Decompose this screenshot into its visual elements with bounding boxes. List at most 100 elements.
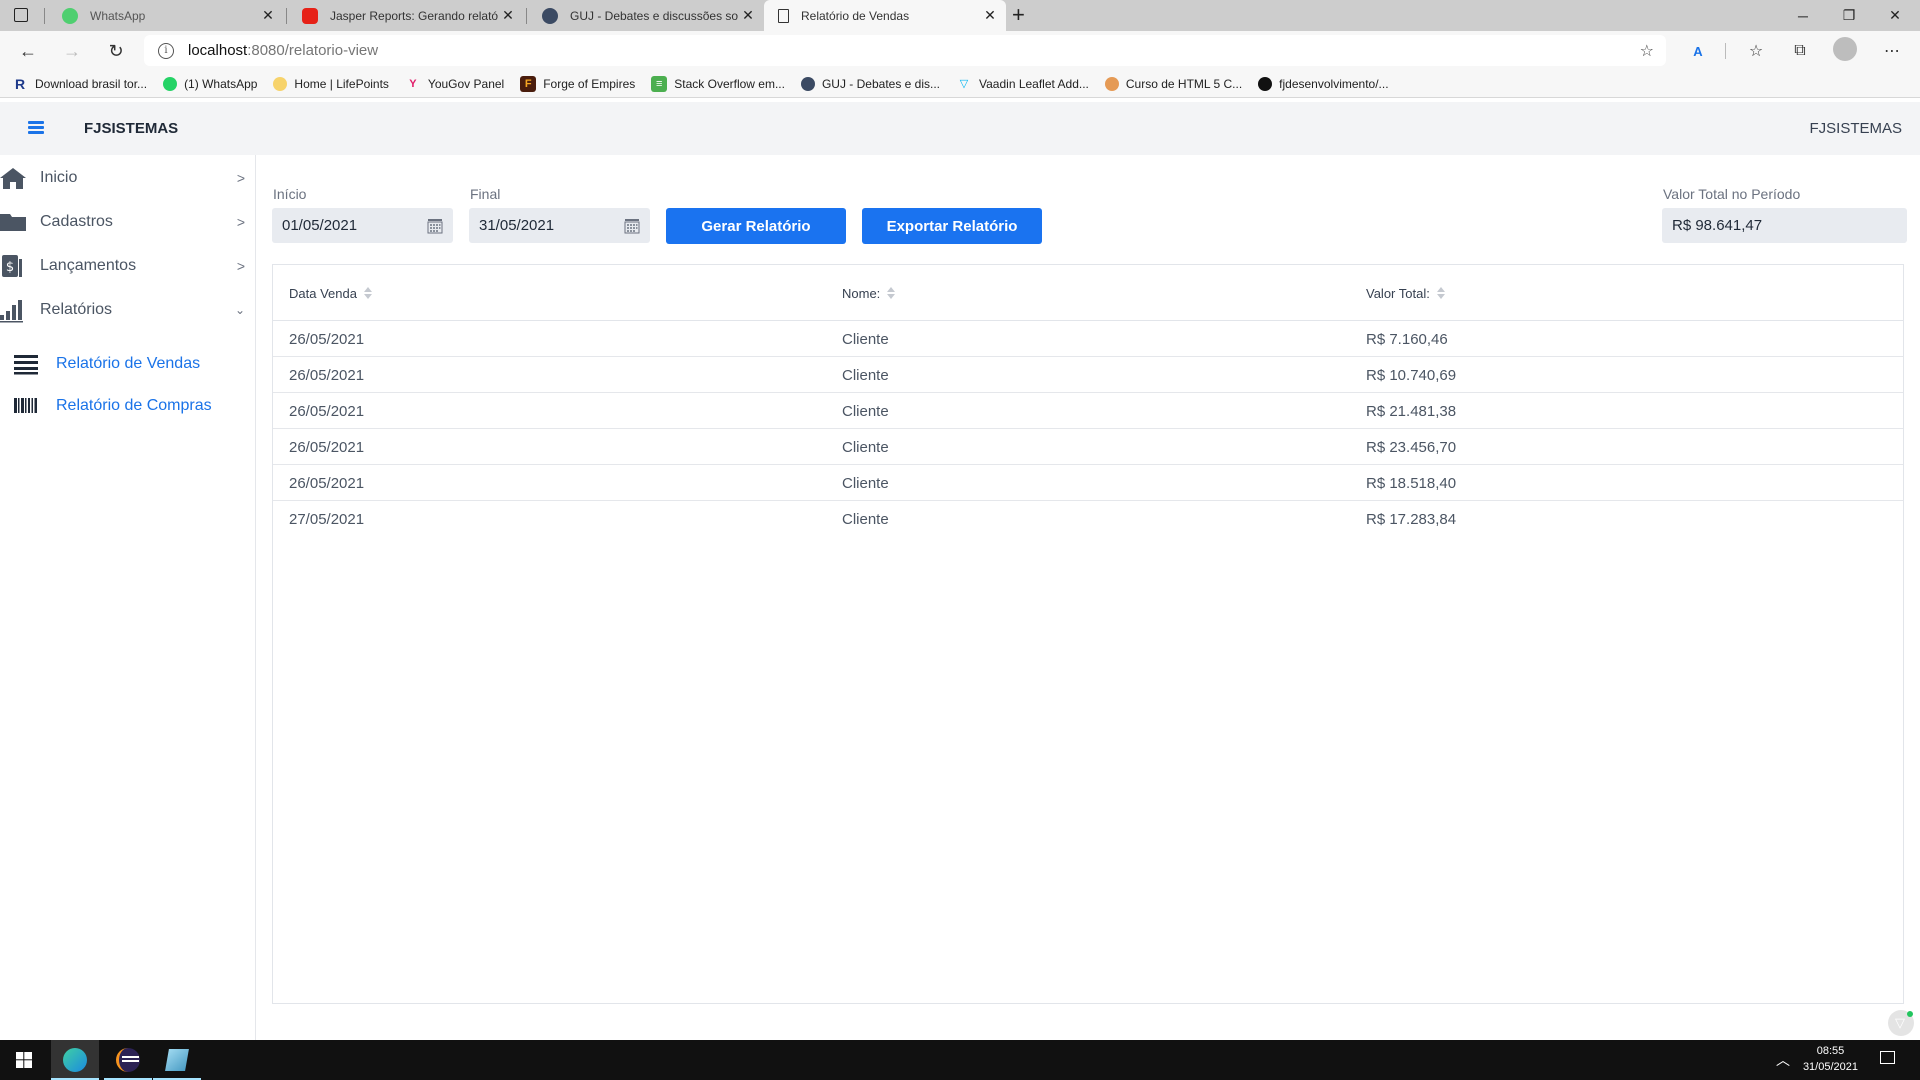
cell-valor-total: R$ 17.283,84 [1366, 510, 1457, 528]
notifications-icon[interactable] [1880, 1051, 1895, 1064]
bookmark[interactable]: Home | LifePoints [273, 76, 389, 91]
browser-tab[interactable]: GUJ - Debates e discussões sobre ✕ [528, 0, 764, 31]
sidebar-item-relatorios[interactable]: Relatórios ⌄ [0, 290, 255, 330]
table-row[interactable]: 26/05/2021 Cliente R$ 18.518,40 [273, 465, 1903, 501]
calendar-icon[interactable] [427, 218, 443, 234]
chevron-down-icon: ⌄ [234, 303, 245, 317]
github-icon [1258, 76, 1273, 91]
profile-avatar[interactable] [1833, 37, 1857, 61]
end-date-label: Final [470, 186, 501, 202]
site-info-icon[interactable]: i [158, 42, 174, 59]
table-row[interactable]: 27/05/2021 Cliente R$ 17.283,84 [273, 501, 1903, 537]
folder-icon [0, 214, 26, 231]
bookmark[interactable]: F Forge of Empires [520, 75, 635, 92]
export-report-button[interactable]: Exportar Relatório [862, 208, 1042, 244]
add-favorite-icon[interactable]: ☆ [1640, 41, 1654, 61]
close-tab-icon[interactable]: ✕ [980, 7, 1000, 24]
start-date-label: Início [273, 186, 307, 202]
browser-tab-active[interactable]: Relatório de Vendas ✕ [764, 0, 1006, 31]
cell-nome: Cliente [842, 366, 889, 384]
bookmark[interactable]: Y YouGov Panel [405, 76, 504, 92]
vaadin-icon: ▽ [1895, 1015, 1905, 1030]
column-header-nome[interactable]: Nome: [842, 265, 896, 321]
page-icon [778, 8, 789, 23]
sidebar-item-lancamentos[interactable]: $ Lançamentos > [0, 246, 255, 286]
browser-tab[interactable]: Jasper Reports: Gerando relatório ✕ [288, 0, 524, 31]
cell-valor-total: R$ 21.481,38 [1366, 402, 1457, 420]
chevron-right-icon: > [236, 214, 245, 230]
taskbar-edge[interactable] [51, 1040, 99, 1080]
course-icon [1104, 76, 1119, 91]
taskbar-notepad[interactable] [153, 1040, 201, 1080]
column-header-data-venda[interactable]: Data Venda [289, 265, 372, 321]
generate-report-button[interactable]: Gerar Relatório [666, 208, 846, 244]
close-tab-icon[interactable]: ✕ [498, 7, 518, 24]
bookmark[interactable]: Curso de HTML 5 C... [1104, 76, 1242, 91]
sidebar-item-cadastros[interactable]: Cadastros > [0, 202, 255, 242]
sidebar-subitem-relatorio-vendas[interactable]: Relatório de Vendas [0, 346, 255, 382]
browser-tab-strip: WhatsApp ✕ Jasper Reports: Gerando relat… [0, 0, 1920, 31]
taskbar-eclipse[interactable] [104, 1040, 152, 1080]
back-button[interactable]: ← [14, 37, 42, 65]
cell-valor-total: R$ 7.160,46 [1366, 330, 1448, 348]
sort-icon[interactable] [1436, 287, 1445, 299]
notepad-icon [165, 1049, 189, 1071]
collections-icon[interactable]: ⧉ [1788, 39, 1812, 63]
calendar-icon[interactable] [624, 218, 640, 234]
minimize-button[interactable]: ─ [1780, 0, 1826, 31]
close-window-button[interactable]: ✕ [1872, 0, 1918, 31]
forward-button[interactable]: → [58, 37, 86, 65]
lifepoints-icon [273, 76, 288, 91]
sales-grid[interactable]: Data Venda Nome: Valor Total: 26/05/2021… [272, 264, 1904, 1004]
table-row[interactable]: 26/05/2021 Cliente R$ 21.481,38 [273, 393, 1903, 429]
column-header-valor-total[interactable]: Valor Total: [1366, 265, 1445, 321]
vaadin-icon: ▽ [959, 78, 969, 90]
translate-icon[interactable]: A [1686, 39, 1710, 63]
app-header: FJSISTEMAS FJSISTEMAS [0, 102, 1920, 155]
vaadin-devtools-badge[interactable]: ▽ [1888, 1010, 1914, 1036]
new-tab-button[interactable]: + [1012, 2, 1025, 28]
show-hidden-icons-button[interactable]: ︿ [1776, 1050, 1790, 1070]
table-row[interactable]: 26/05/2021 Cliente R$ 10.740,69 [273, 357, 1903, 393]
restore-button[interactable]: ❐ [1826, 0, 1872, 31]
bookmark[interactable]: ≡ Stack Overflow em... [651, 75, 785, 92]
sort-icon[interactable] [887, 287, 896, 299]
end-date-picker[interactable]: 31/05/2021 [469, 208, 650, 243]
system-clock[interactable]: 08:55 31/05/2021 [1803, 1043, 1858, 1075]
chevron-right-icon: > [236, 170, 245, 186]
bookmark[interactable]: fjdesenvolvimento/... [1258, 76, 1389, 91]
bookmark[interactable]: (1) WhatsApp [163, 76, 257, 91]
sort-icon[interactable] [363, 287, 372, 299]
cell-nome: Cliente [842, 510, 889, 528]
close-tab-icon[interactable]: ✕ [738, 7, 758, 24]
start-date-picker[interactable]: 01/05/2021 [272, 208, 453, 243]
cell-data-venda: 26/05/2021 [289, 438, 365, 456]
more-menu-icon[interactable]: ⋯ [1880, 39, 1904, 63]
table-row[interactable]: 26/05/2021 Cliente R$ 23.456,70 [273, 429, 1903, 465]
bookmark[interactable]: ▽ Vaadin Leaflet Add... [956, 76, 1089, 92]
reload-button[interactable]: ↻ [102, 37, 130, 65]
table-row[interactable]: 26/05/2021 Cliente R$ 7.160,46 [273, 321, 1903, 357]
browser-toolbar: ← → ↻ i localhost:8080/relatorio-view ☆ … [0, 31, 1920, 70]
bookmark[interactable]: GUJ - Debates e dis... [800, 76, 940, 91]
tab-actions-icon[interactable] [14, 8, 28, 22]
bookmarks-bar: R Download brasil tor... (1) WhatsApp Hom… [0, 70, 1920, 98]
address-bar[interactable]: i localhost:8080/relatorio-view ☆ [144, 35, 1666, 66]
browser-tab[interactable]: WhatsApp ✕ [48, 0, 284, 31]
barcode-icon [14, 398, 37, 413]
edge-icon [63, 1048, 87, 1072]
status-dot [1907, 1011, 1913, 1017]
yougov-icon: Y [409, 77, 417, 90]
sidebar: Inicio > Cadastros > $ Lançamentos > Rel… [0, 155, 256, 1040]
bookmark[interactable]: R Download brasil tor... [12, 76, 147, 92]
home-icon [0, 168, 26, 189]
cell-data-venda: 26/05/2021 [289, 330, 365, 348]
close-tab-icon[interactable]: ✕ [258, 7, 278, 24]
favorites-icon[interactable]: ☆ [1744, 39, 1768, 63]
whatsapp-icon [163, 76, 178, 91]
start-button[interactable] [0, 1040, 48, 1080]
sidebar-subitem-relatorio-compras[interactable]: Relatório de Compras [0, 388, 255, 424]
sidebar-item-inicio[interactable]: Inicio > [0, 158, 255, 198]
windows-taskbar: ︿ 08:55 31/05/2021 [0, 1040, 1920, 1080]
menu-toggle-button[interactable] [28, 119, 46, 137]
